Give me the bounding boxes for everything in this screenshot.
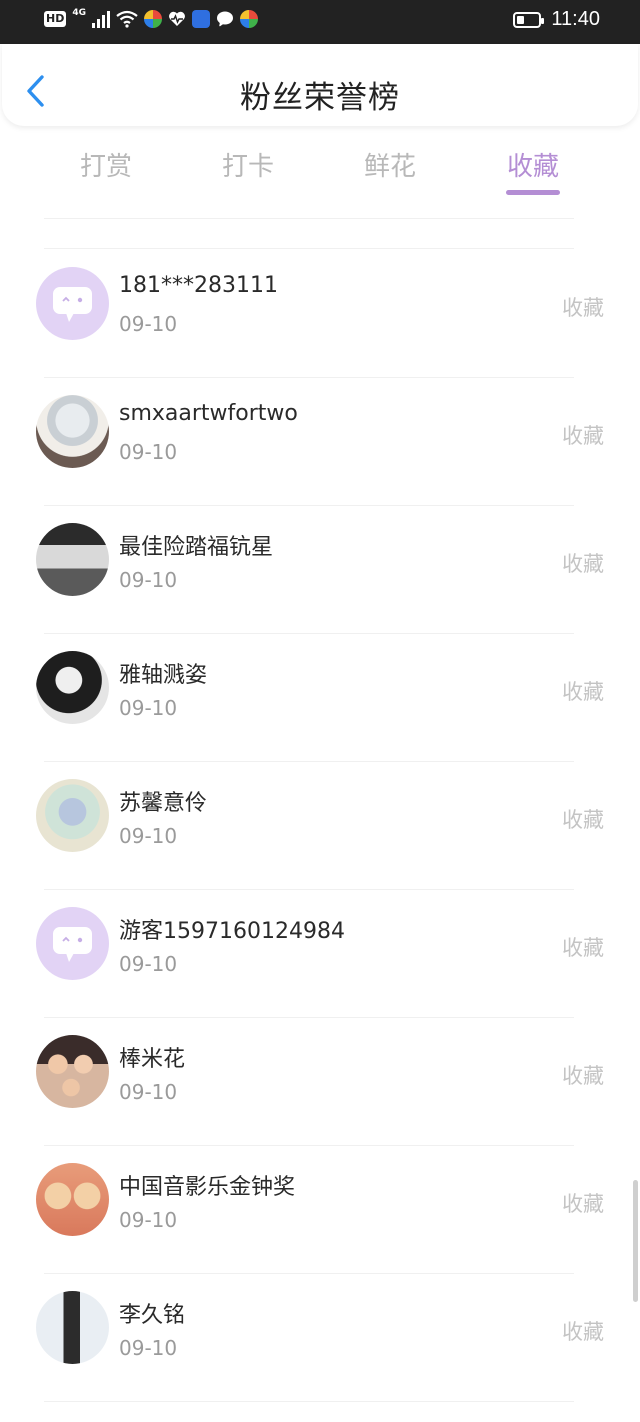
scrollbar[interactable] bbox=[633, 1180, 638, 1302]
status-bar: HD 4G 11:40 bbox=[0, 0, 640, 44]
avatar[interactable] bbox=[36, 267, 109, 340]
action-label: 收藏 bbox=[562, 552, 604, 576]
user-name: 181***283111 bbox=[119, 273, 278, 298]
list-item[interactable]: smxaartwfortwo 09-10 收藏 bbox=[0, 378, 640, 506]
date: 09-10 bbox=[119, 696, 178, 720]
date: 09-10 bbox=[119, 440, 178, 464]
user-name: smxaartwfortwo bbox=[119, 401, 298, 426]
divider bbox=[44, 218, 574, 219]
list-item[interactable]: 中国音影乐金钟奖 09-10 收藏 bbox=[0, 1146, 640, 1274]
action-label: 收藏 bbox=[562, 936, 604, 960]
user-name: 苏馨意伶 bbox=[119, 791, 208, 816]
app-notification-icon bbox=[144, 10, 162, 28]
user-name: 最佳险踏福钪星 bbox=[119, 535, 274, 560]
avatar[interactable] bbox=[36, 523, 109, 596]
action-label: 收藏 bbox=[562, 680, 604, 704]
action-label: 收藏 bbox=[562, 1064, 604, 1088]
chat-bubble-avatar-icon bbox=[53, 927, 92, 962]
tab-checkin[interactable]: 打卡 bbox=[188, 146, 308, 183]
list-item[interactable]: 苏馨意伶 09-10 收藏 bbox=[0, 762, 640, 890]
action-label: 收藏 bbox=[562, 1320, 604, 1344]
avatar[interactable] bbox=[36, 651, 109, 724]
chat-bubble-avatar-icon bbox=[53, 287, 92, 322]
avatar[interactable] bbox=[36, 779, 109, 852]
page-title: 粉丝荣誉榜 bbox=[240, 80, 400, 116]
network-type: 4G bbox=[72, 8, 86, 18]
list-item[interactable]: 李久铭 09-10 收藏 bbox=[0, 1274, 640, 1402]
user-name: 中国音影乐金钟奖 bbox=[119, 1175, 296, 1200]
avatar[interactable] bbox=[36, 1291, 109, 1364]
user-name: 李久铭 bbox=[119, 1303, 186, 1328]
tab-reward[interactable]: 打赏 bbox=[46, 146, 166, 183]
status-icons-right: 11:40 bbox=[513, 8, 600, 31]
action-label: 收藏 bbox=[562, 808, 604, 832]
clock: 11:40 bbox=[551, 8, 600, 30]
user-name: 雅轴溅姿 bbox=[119, 663, 208, 688]
battery-icon bbox=[513, 11, 545, 28]
avatar[interactable] bbox=[36, 1035, 109, 1108]
action-label: 收藏 bbox=[562, 296, 604, 320]
date: 09-10 bbox=[119, 568, 178, 592]
date: 09-10 bbox=[119, 1080, 178, 1104]
nav-header: 粉丝荣誉榜 bbox=[2, 44, 638, 126]
list-item[interactable]: 181***283111 09-10 收藏 bbox=[0, 250, 640, 378]
date: 09-10 bbox=[119, 952, 178, 976]
action-label: 收藏 bbox=[562, 424, 604, 448]
hd-badge: HD bbox=[44, 11, 67, 27]
fan-list: 181***283111 09-10 收藏 smxaartwfortwo 09-… bbox=[0, 250, 640, 1402]
date: 09-10 bbox=[119, 312, 178, 336]
list-item[interactable]: 最佳险踏福钪星 09-10 收藏 bbox=[0, 506, 640, 634]
date: 09-10 bbox=[119, 1208, 178, 1232]
tab-flowers[interactable]: 鲜花 bbox=[330, 146, 450, 183]
divider bbox=[44, 248, 574, 249]
bulb-app-icon bbox=[192, 10, 210, 28]
health-icon bbox=[169, 11, 185, 26]
date: 09-10 bbox=[119, 824, 178, 848]
date: 09-10 bbox=[119, 1336, 178, 1360]
avatar[interactable] bbox=[36, 1163, 109, 1236]
status-icons-left: HD 4G bbox=[44, 8, 258, 28]
list-item[interactable]: 棒米花 09-10 收藏 bbox=[0, 1018, 640, 1146]
tab-favorites[interactable]: 收藏 bbox=[473, 146, 593, 183]
message-icon bbox=[217, 11, 233, 27]
list-item[interactable]: 游客1597160124984 09-10 收藏 bbox=[0, 890, 640, 1018]
signal-icon bbox=[92, 10, 110, 28]
app-notification-icon-2 bbox=[240, 10, 258, 28]
user-name: 游客1597160124984 bbox=[119, 919, 345, 944]
avatar[interactable] bbox=[36, 907, 109, 980]
wifi-icon bbox=[116, 10, 138, 28]
avatar[interactable] bbox=[36, 395, 109, 468]
action-label: 收藏 bbox=[562, 1192, 604, 1216]
user-name: 棒米花 bbox=[119, 1047, 186, 1072]
active-tab-indicator bbox=[506, 190, 560, 195]
list-item[interactable]: 雅轴溅姿 09-10 收藏 bbox=[0, 634, 640, 762]
